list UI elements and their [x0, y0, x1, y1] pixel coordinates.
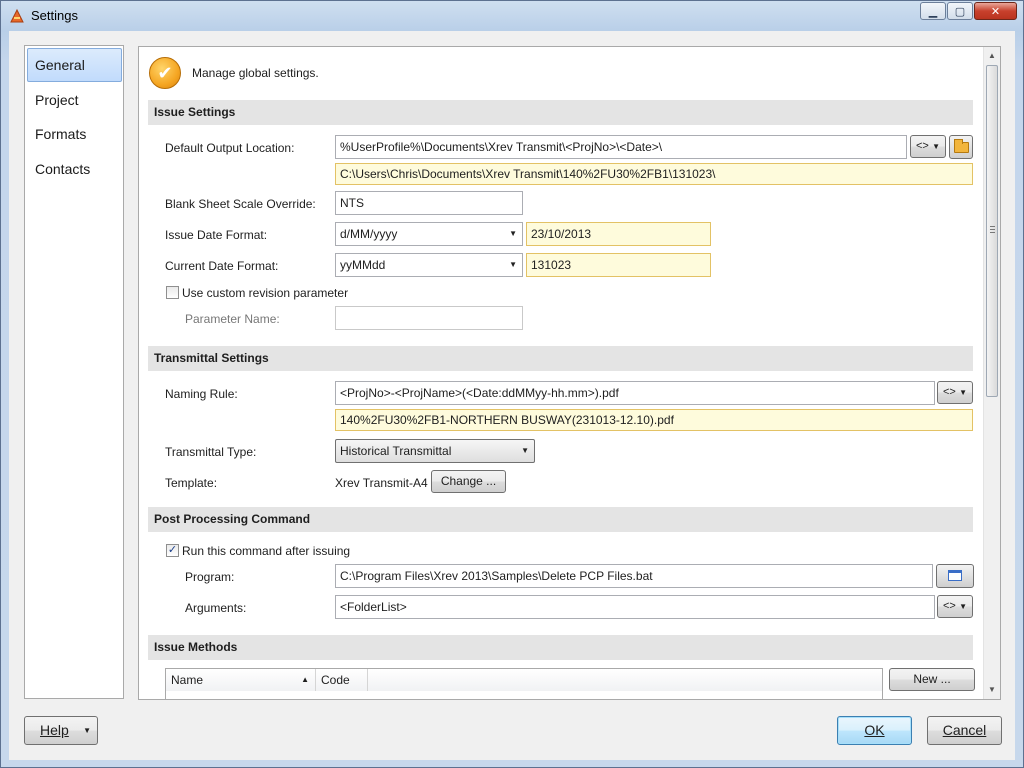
- dialog-body: General Project Formats Contacts ✔ Manag…: [9, 31, 1015, 760]
- transmittal-type-select[interactable]: Historical Transmittal ▼: [335, 439, 535, 463]
- naming-rule-preview: 140%2FU30%2FB1-NORTHERN BUSWAY(231013-12…: [335, 409, 973, 431]
- close-button[interactable]: ✕: [974, 2, 1017, 20]
- program-input[interactable]: C:\Program Files\Xrev 2013\Samples\Delet…: [335, 564, 933, 588]
- blank-scale-input[interactable]: NTS: [335, 191, 523, 215]
- arguments-insert-button[interactable]: <> ▼: [937, 595, 973, 618]
- column-header-filler: [368, 669, 882, 691]
- nav-item-general[interactable]: General: [27, 48, 122, 82]
- checkmark-icon: ✓: [167, 544, 178, 556]
- issue-methods-table[interactable]: Name ▲ Code: [165, 668, 883, 699]
- output-location-label: Default Output Location:: [165, 141, 295, 155]
- chevron-down-icon: ▼: [959, 602, 967, 611]
- section-issue-methods: Issue Methods: [148, 635, 973, 660]
- current-date-preview: 131023: [526, 253, 711, 277]
- chevron-down-icon: ▼: [509, 260, 517, 269]
- grip-icon: [990, 226, 995, 233]
- arguments-label: Arguments:: [185, 601, 247, 615]
- nav-item-project[interactable]: Project: [27, 83, 122, 117]
- output-location-input[interactable]: %UserProfile%\Documents\Xrev Transmit\<P…: [335, 135, 907, 159]
- window-controls: ▁ ▢ ✕: [919, 2, 1017, 20]
- section-transmittal-settings: Transmittal Settings: [148, 346, 973, 371]
- current-date-label: Current Date Format:: [165, 259, 279, 273]
- folder-icon: [954, 139, 969, 153]
- help-button[interactable]: Help ▼: [24, 716, 98, 745]
- window-title: Settings: [31, 8, 78, 23]
- new-method-button[interactable]: New ...: [889, 668, 975, 691]
- chevron-down-icon: ▼: [959, 388, 967, 397]
- chevron-down-icon: ▼: [509, 229, 517, 238]
- app-icon: [10, 8, 24, 23]
- settings-window: Settings ▁ ▢ ✕ General Project Formats C…: [0, 0, 1024, 768]
- current-date-format-select[interactable]: yyMMdd ▼: [335, 253, 523, 277]
- chevron-down-icon: ▼: [932, 142, 940, 151]
- minimize-icon: ▁: [928, 4, 938, 18]
- browse-folder-button[interactable]: [949, 135, 973, 159]
- ok-button[interactable]: OK: [837, 716, 912, 745]
- template-value: Xrev Transmit-A4: [335, 476, 428, 490]
- issue-date-preview: 23/10/2013: [526, 222, 711, 246]
- run-command-label: Run this command after issuing: [182, 544, 351, 558]
- template-label: Template:: [165, 476, 218, 490]
- check-icon: ✔: [149, 57, 181, 89]
- nav-item-contacts[interactable]: Contacts: [27, 152, 122, 186]
- page-description: Manage global settings.: [192, 66, 319, 80]
- content-scrollbar[interactable]: ▲ ▼: [983, 47, 1000, 699]
- section-issue-settings: Issue Settings: [148, 100, 973, 125]
- settings-content: ✔ Manage global settings. Issue Settings…: [138, 46, 1001, 700]
- column-header-name[interactable]: Name ▲: [166, 669, 316, 691]
- program-label: Program:: [185, 570, 235, 584]
- close-icon: ✕: [990, 4, 1001, 18]
- column-header-code[interactable]: Code: [316, 669, 368, 691]
- naming-rule-input[interactable]: <ProjNo>-<ProjName>(<Date:ddMMyy-hh.mm>)…: [335, 381, 935, 405]
- sort-ascending-icon: ▲: [301, 675, 309, 684]
- window-icon: [948, 570, 962, 581]
- chevron-down-icon: ▼: [521, 446, 529, 455]
- settings-nav: General Project Formats Contacts: [24, 45, 124, 699]
- scroll-thumb[interactable]: [986, 65, 998, 397]
- section-post-processing: Post Processing Command: [148, 507, 973, 532]
- parameter-name-input[interactable]: [335, 306, 523, 330]
- transmittal-type-label: Transmittal Type:: [165, 445, 257, 459]
- scroll-down-icon[interactable]: ▼: [984, 681, 1000, 698]
- scroll-up-icon[interactable]: ▲: [984, 47, 1000, 64]
- change-template-button[interactable]: Change ...: [431, 470, 506, 493]
- output-location-preview: C:\Users\Chris\Documents\Xrev Transmit\1…: [335, 163, 973, 185]
- blank-scale-label: Blank Sheet Scale Override:: [165, 197, 316, 211]
- title-bar: Settings ▁ ▢ ✕: [1, 1, 1023, 29]
- output-location-insert-button[interactable]: <> ▼: [910, 135, 946, 158]
- chevron-down-icon: ▼: [83, 726, 91, 735]
- custom-revision-checkbox[interactable]: [166, 286, 179, 299]
- browse-program-button[interactable]: [936, 564, 974, 588]
- issue-date-format-select[interactable]: d/MM/yyyy ▼: [335, 222, 523, 246]
- custom-revision-label: Use custom revision parameter: [182, 286, 349, 300]
- parameter-name-label: Parameter Name:: [185, 312, 280, 326]
- naming-rule-label: Naming Rule:: [165, 387, 238, 401]
- naming-rule-insert-button[interactable]: <> ▼: [937, 381, 973, 404]
- arguments-input[interactable]: <FolderList>: [335, 595, 935, 619]
- run-command-checkbox[interactable]: ✓: [166, 544, 179, 557]
- nav-item-formats[interactable]: Formats: [27, 117, 122, 151]
- issue-date-label: Issue Date Format:: [165, 228, 268, 242]
- cancel-button[interactable]: Cancel: [927, 716, 1002, 745]
- maximize-icon: ▢: [954, 4, 966, 18]
- minimize-button[interactable]: ▁: [920, 2, 946, 20]
- maximize-button[interactable]: ▢: [947, 2, 973, 20]
